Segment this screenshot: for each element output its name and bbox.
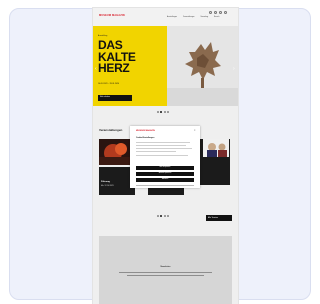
close-icon[interactable]: × — [194, 129, 195, 132]
main-nav: Ausstellungen Veranstaltungen Sammlung B… — [167, 17, 220, 18]
newsletter-text-line — [119, 272, 212, 273]
search-icon[interactable] — [209, 11, 212, 14]
event-date: Mo. 12.10.2023 — [101, 185, 114, 187]
newsletter-section: Newsletter — [99, 236, 232, 304]
slider-dot[interactable] — [157, 111, 159, 113]
modal-logo: MUSEUM MAGAZIN — [136, 130, 155, 132]
slider-dot[interactable] — [157, 215, 159, 217]
slider-dot[interactable] — [160, 215, 163, 217]
slider-dot[interactable] — [167, 215, 169, 217]
modal-text-line — [136, 155, 188, 156]
save-selection-button[interactable]: Auswahl speichern — [136, 172, 194, 176]
modal-text-line — [136, 148, 192, 149]
user-icon[interactable] — [214, 11, 217, 14]
menu-icon[interactable] — [224, 11, 227, 14]
sculpture-image — [167, 26, 238, 106]
accept-all-button[interactable]: Alle akzeptieren — [136, 166, 194, 170]
event-image — [203, 139, 229, 157]
hero-image — [167, 26, 238, 106]
section-title: Veranstaltungen — [99, 128, 123, 132]
events-slider-dots — [157, 215, 169, 217]
hero-slider-dots — [157, 111, 169, 113]
nav-item-veranstaltungen[interactable]: Veranstaltungen — [183, 17, 195, 18]
hero-cta-button[interactable]: Mehr erfahren — [98, 95, 132, 101]
nav-item-besuch[interactable]: Besuch — [214, 17, 219, 18]
modal-text-line — [136, 145, 186, 146]
nav-item-sammlung[interactable]: Sammlung — [201, 17, 209, 18]
modal-heading: Cookie-Einstellungen — [136, 137, 155, 139]
slider-dot[interactable] — [167, 111, 169, 113]
site-logo[interactable]: MUSEUM MAGAZIN — [99, 14, 125, 17]
reject-button[interactable]: Ablehnen — [136, 178, 194, 182]
hero-kicker: Ausstellung — [98, 35, 108, 37]
newsletter-title: Newsletter — [160, 266, 171, 268]
nav-item-ausstellungen[interactable]: Ausstellungen — [167, 17, 177, 18]
event-title: Führung — [101, 181, 110, 183]
newsletter-text-line — [127, 275, 204, 276]
modal-text-line — [136, 151, 176, 152]
cart-icon[interactable] — [219, 11, 222, 14]
hero-title: DAS KALTE HERZ — [98, 38, 136, 75]
all-events-button[interactable]: Alle Termine — [206, 215, 232, 221]
header-utilities — [209, 11, 227, 14]
modal-divider — [136, 185, 194, 186]
modal-text-line — [136, 142, 190, 143]
slider-dot[interactable] — [163, 111, 166, 113]
hero-dates: 14.09.2023 – 28.01.2024 — [98, 83, 120, 85]
cookie-consent-modal: MUSEUM MAGAZIN × Cookie-Einstellungen Al… — [130, 126, 200, 188]
site-header: MUSEUM MAGAZIN Ausstellungen Veranstaltu… — [93, 8, 238, 26]
website-page: MUSEUM MAGAZIN Ausstellungen Veranstaltu… — [93, 8, 238, 304]
slider-prev-arrow[interactable]: ‹ — [95, 66, 97, 72]
slider-dot[interactable] — [160, 111, 163, 113]
slider-dot[interactable] — [163, 215, 166, 217]
hero-panel: Ausstellung DAS KALTE HERZ 14.09.2023 – … — [93, 26, 167, 106]
slider-next-arrow[interactable]: › — [233, 66, 235, 72]
